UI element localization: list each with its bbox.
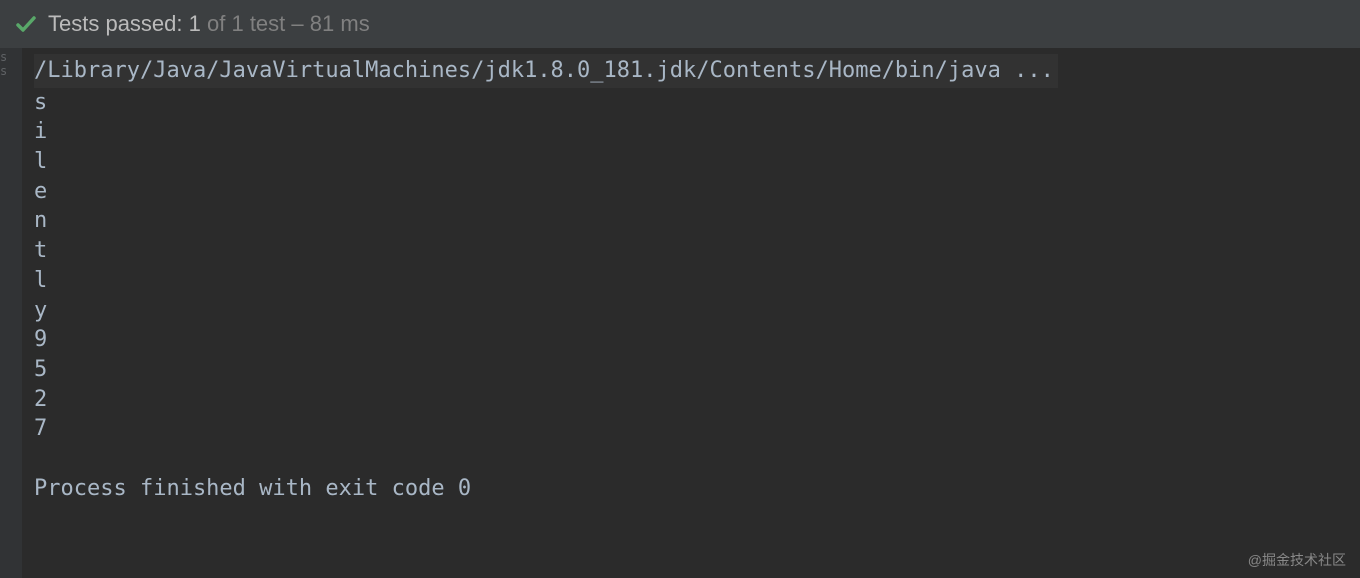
left-gutter: ss [0, 48, 22, 578]
test-status-text: Tests passed: 1 of 1 test – 81 ms [48, 11, 370, 37]
command-line: /Library/Java/JavaVirtualMachines/jdk1.8… [34, 54, 1058, 88]
tests-passed-label: Tests passed: [48, 11, 183, 36]
console-lines: s i l e n t l y 9 5 2 7 Process finished… [34, 90, 471, 501]
test-status-bar: Tests passed: 1 of 1 test – 81 ms [0, 0, 1360, 48]
watermark: @掘金技术社区 [1248, 550, 1346, 570]
check-icon [14, 12, 38, 36]
tests-passed-count: 1 [189, 11, 201, 36]
content-area: ss /Library/Java/JavaVirtualMachines/jdk… [0, 48, 1360, 578]
console-output[interactable]: /Library/Java/JavaVirtualMachines/jdk1.8… [22, 48, 1360, 578]
tests-total-text: of 1 test – 81 ms [207, 11, 370, 36]
